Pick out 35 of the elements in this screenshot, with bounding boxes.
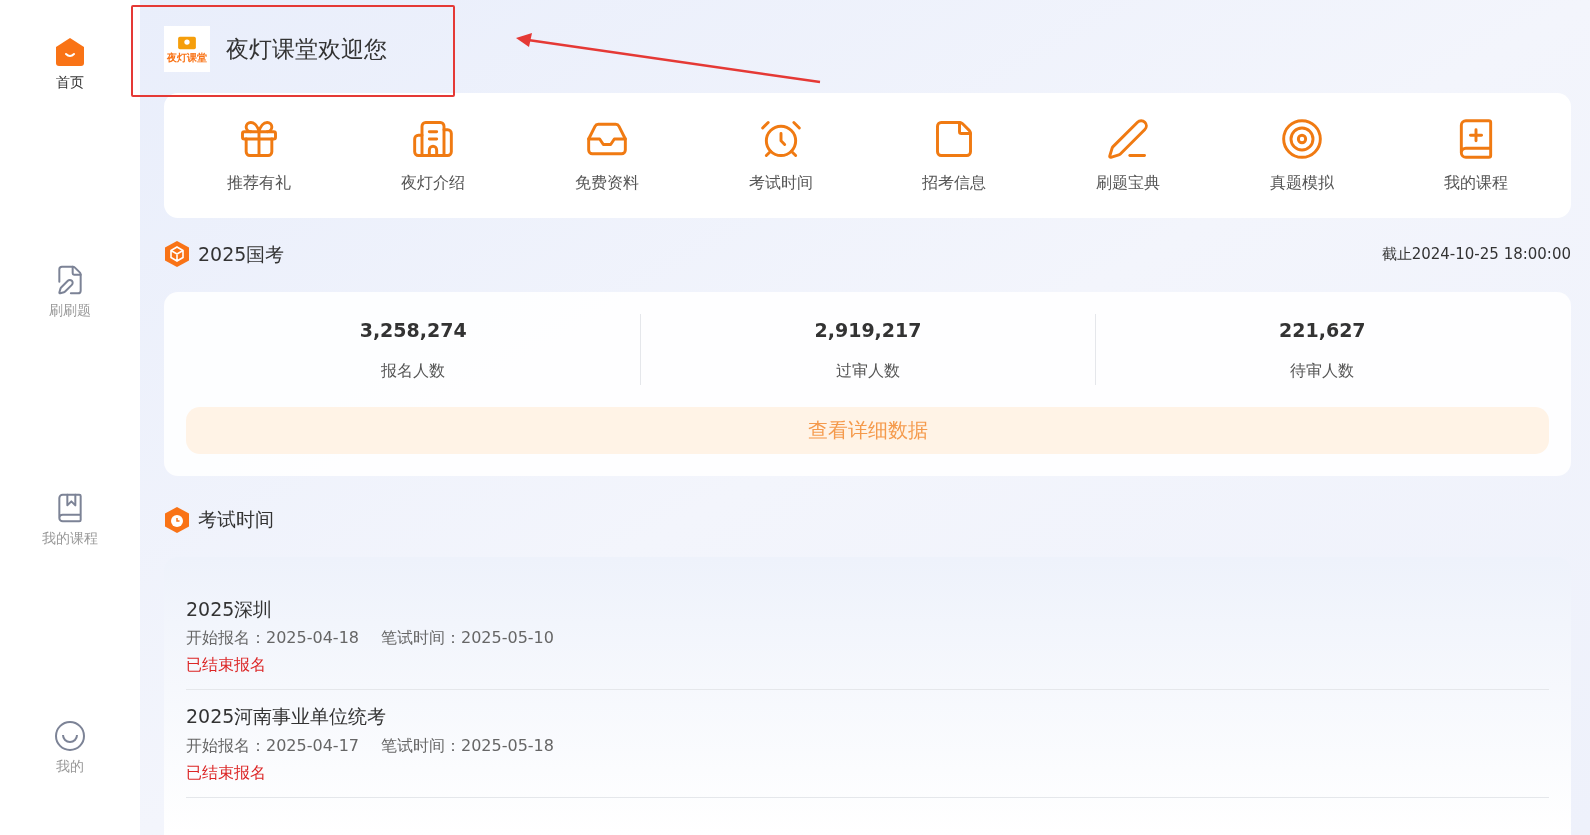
shortcut-item[interactable]: 刷题宝典 <box>1041 116 1216 195</box>
stat-value: 3,258,274 <box>359 318 467 343</box>
deadline-text: 截止2024-10-25 18:00:00 <box>1381 243 1571 265</box>
welcome-title: 夜灯课堂欢迎您 <box>226 34 387 64</box>
target-icon <box>1280 116 1325 161</box>
signup-date: 开始报名：2025-04-17 <box>186 734 359 757</box>
stat-value: 221,627 <box>1279 318 1366 343</box>
shortcut-item[interactable]: 免费资料 <box>519 116 694 195</box>
logo-text: 夜灯课堂 <box>167 53 207 63</box>
shortcut-item[interactable]: 夜灯介绍 <box>345 116 520 195</box>
section-title: 2025国考 <box>198 241 285 267</box>
shortcut-item[interactable]: 招考信息 <box>867 116 1042 195</box>
stat-label: 待审人数 <box>1290 359 1355 382</box>
exam-date: 笔试时间：2025-05-10 <box>381 627 554 649</box>
cube-icon <box>164 240 190 268</box>
exam-name: 2025深圳 <box>186 596 274 622</box>
lamp-book-icon <box>177 35 197 51</box>
stat-label: 报名人数 <box>381 359 446 382</box>
alarm-clock-icon <box>164 505 190 534</box>
home-icon <box>54 36 86 68</box>
shortcut-item[interactable]: 真题模拟 <box>1215 116 1390 195</box>
signup-date: 开始报名：2025-04-18 <box>186 627 359 649</box>
sidebar-item[interactable]: 首页 <box>54 36 86 93</box>
shortcut-item[interactable]: 考试时间 <box>693 116 868 195</box>
profile-icon <box>54 720 86 752</box>
exam-name: 2025河南事业单位统考 <box>186 704 388 729</box>
exam-date: 笔试时间：2025-05-18 <box>381 734 554 757</box>
section-title: 考试时间 <box>198 507 274 533</box>
pen-icon <box>1106 116 1151 161</box>
stat-value: 2,919,217 <box>814 318 922 343</box>
stat-label: 过审人数 <box>836 359 900 382</box>
shortcut-item[interactable]: 推荐有礼 <box>172 116 346 195</box>
status-text: 已结束报名 <box>186 761 267 784</box>
shortcut-item[interactable]: 我的课程 <box>1389 116 1563 195</box>
status-text: 已结束报名 <box>186 654 267 676</box>
